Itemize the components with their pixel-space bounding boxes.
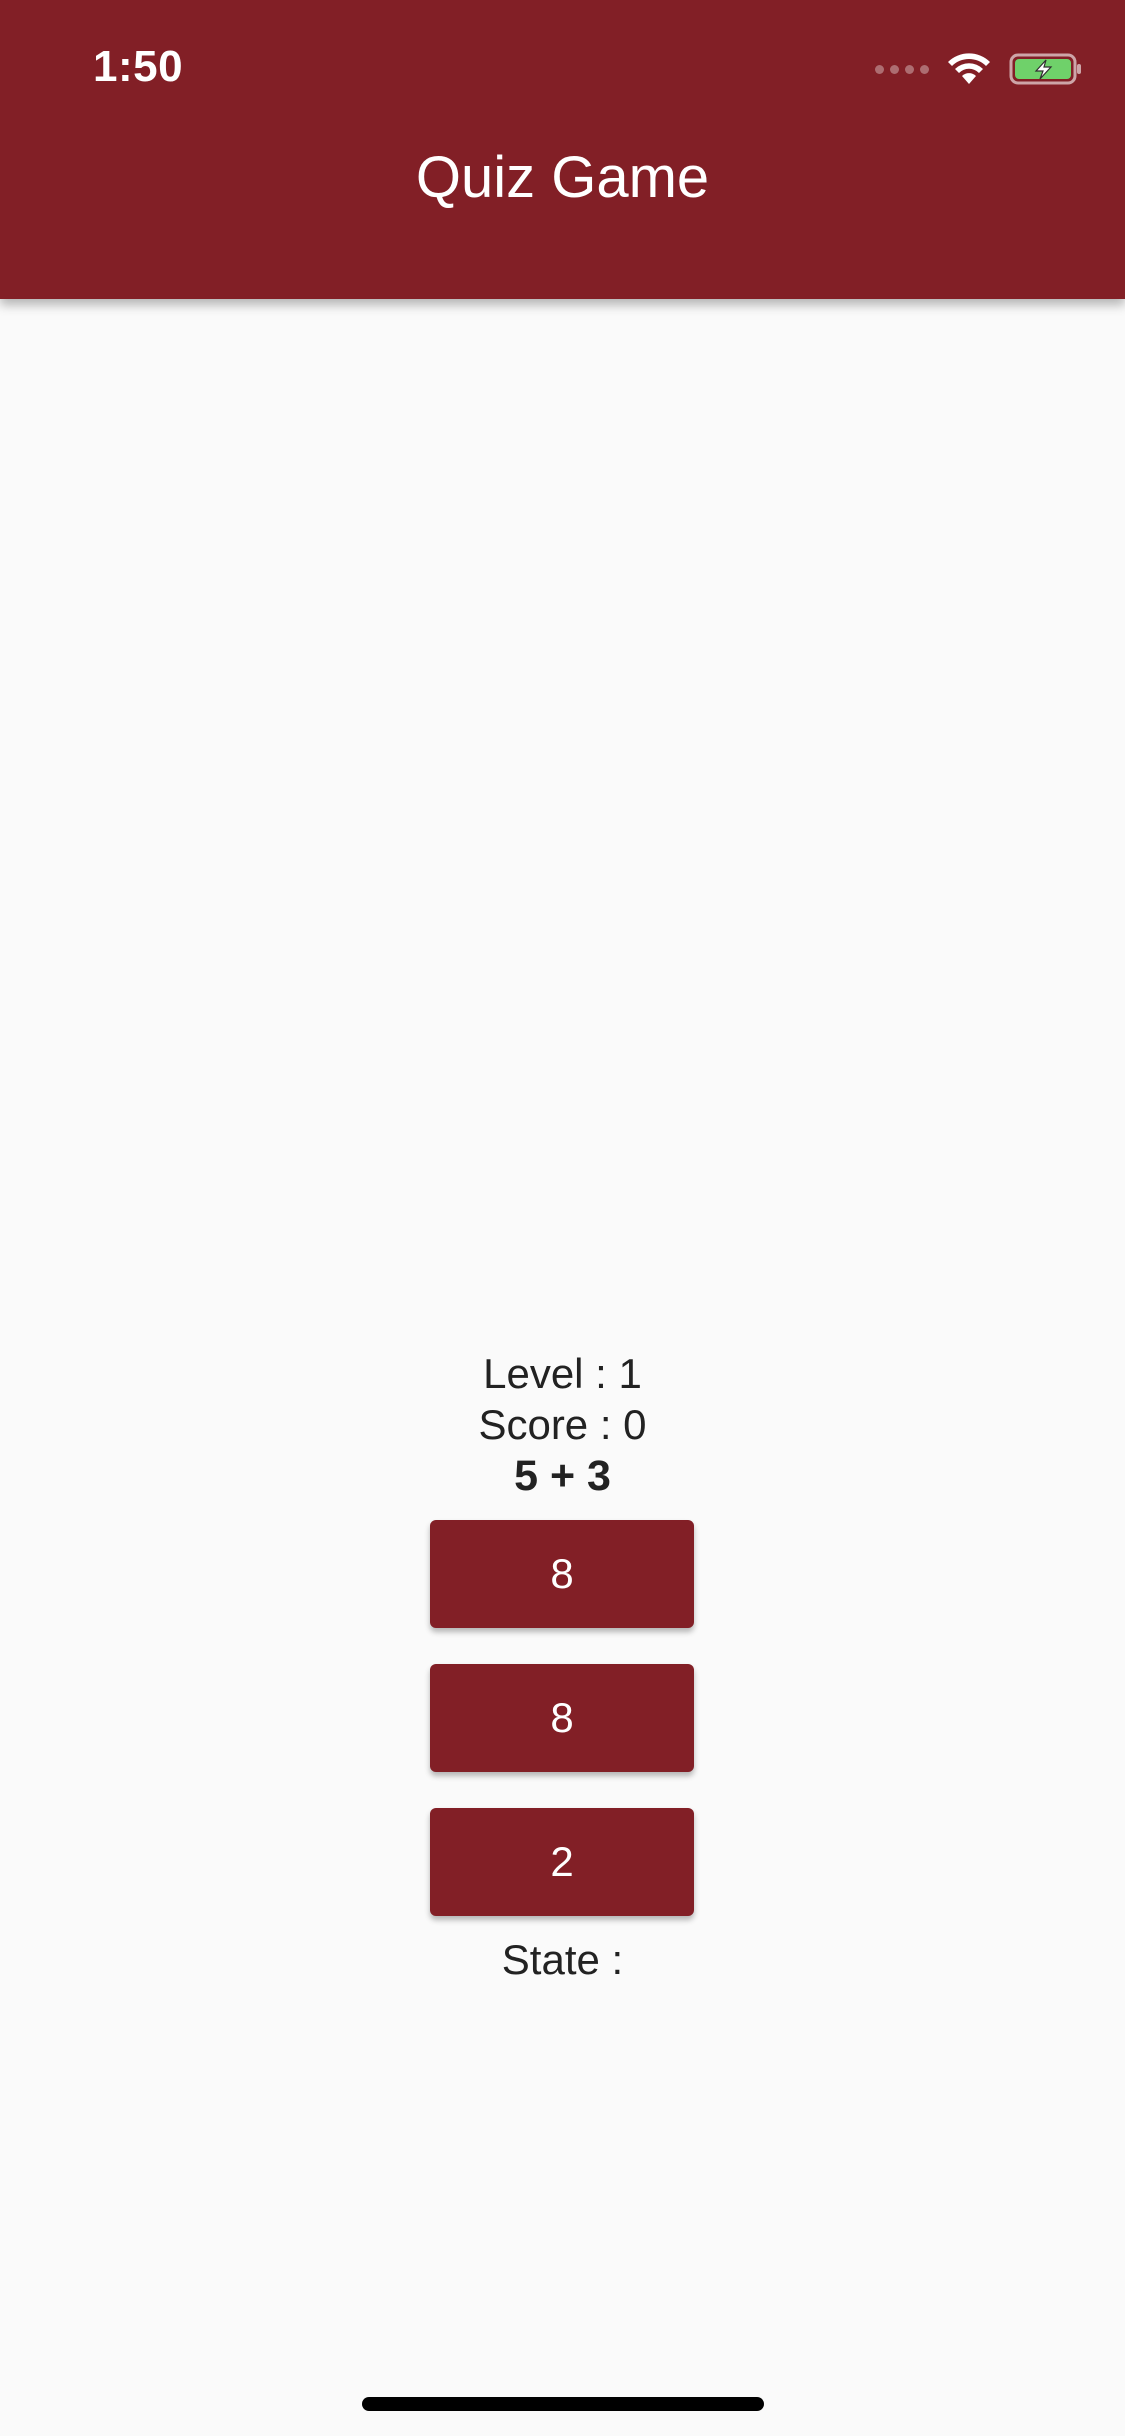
level-text: Level : 1 <box>483 1350 642 1397</box>
answer-button-2[interactable]: 8 <box>430 1664 694 1772</box>
question-text: 5 + 3 <box>514 1452 611 1500</box>
answer-button-1[interactable]: 8 <box>430 1520 694 1628</box>
battery-charging-icon <box>1009 53 1081 85</box>
wifi-icon <box>948 53 990 84</box>
quiz-content: Level : 1 Score : 0 5 + 3 8 8 2 State : <box>0 299 1125 2436</box>
score-text: Score : 0 <box>478 1401 647 1448</box>
answer-button-3[interactable]: 2 <box>430 1808 694 1916</box>
page-title: Quiz Game <box>415 145 710 210</box>
app-bar: 1:50 Quiz Game <box>0 0 1125 299</box>
state-text: State : <box>501 1936 624 1983</box>
home-indicator[interactable] <box>362 2397 764 2411</box>
status-icons <box>875 48 1083 90</box>
cellular-signal-icon <box>875 64 929 74</box>
status-time: 1:50 <box>93 42 184 91</box>
quiz-screen: 1:50 Quiz Game Level : 1 Score : 0 5 + 3… <box>0 0 1125 2436</box>
